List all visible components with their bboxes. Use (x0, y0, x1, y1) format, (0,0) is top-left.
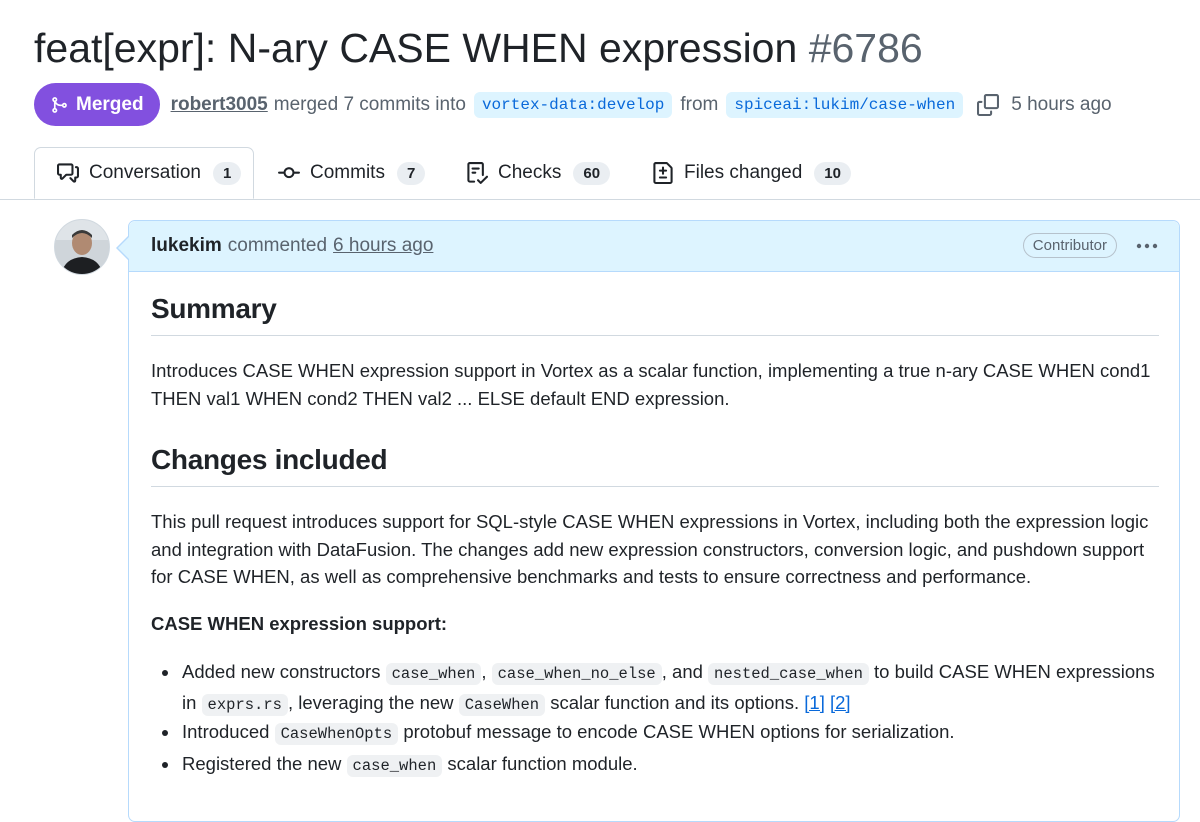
tab-checks-count: 60 (573, 161, 611, 185)
from-text: from (680, 93, 719, 115)
merge-action-text: merged 7 commits into (273, 93, 466, 115)
tab-checks-label: Checks (498, 162, 562, 183)
git-merge-icon (52, 96, 67, 113)
list-item: Registered the new case_when scalar func… (162, 750, 1162, 781)
comment-author[interactable]: lukekim (151, 235, 222, 257)
bullet-text: , and (661, 661, 709, 682)
tab-files-changed-label: Files changed (684, 162, 803, 183)
comment-discussion-icon (57, 163, 79, 183)
comment-action: commented (227, 235, 328, 256)
tab-files-changed-count: 10 (814, 161, 851, 185)
tab-conversation[interactable]: Conversation 1 (34, 147, 254, 199)
head-branch[interactable]: spiceai:lukim/case-when (726, 91, 964, 118)
bullet-text: Introduced (182, 721, 275, 742)
code-casewhenopts: CaseWhenOpts (274, 723, 399, 745)
bullet-text: scalar function module. (442, 753, 638, 774)
pr-meta: Merged robert3005 merged 7 commits into … (34, 83, 1112, 126)
merged-state-badge: Merged (34, 83, 160, 126)
comment-header: lukekim commented 6 hours ago Contributo… (129, 221, 1179, 272)
summary-heading: Summary (151, 293, 277, 324)
merger-link[interactable]: robert3005 (171, 94, 268, 116)
copy-icon[interactable] (977, 93, 1000, 116)
reference-link-2[interactable]: [2] (830, 692, 851, 713)
summary-text: Introduces CASE WHEN expression support … (151, 360, 1151, 409)
contributor-badge: Contributor (1022, 233, 1117, 258)
list-item: Added new constructors case_when, case_w… (162, 658, 1162, 719)
bullet-text: scalar function and its options. (545, 691, 805, 713)
code-nested-case-when: nested_case_when (708, 663, 869, 685)
checklist-icon (467, 162, 488, 184)
bullet-text: , (481, 661, 492, 682)
code-case-when-module: case_when (346, 755, 443, 777)
pr-number: #6786 (808, 25, 923, 71)
base-branch[interactable]: vortex-data:develop (473, 91, 673, 118)
comment-time[interactable]: 6 hours ago (333, 235, 433, 257)
merge-time: 5 hours ago (1011, 93, 1112, 115)
comment-pointer-fill (118, 237, 129, 259)
tab-conversation-count: 1 (212, 161, 242, 185)
changes-heading: Changes included (151, 444, 388, 475)
code-exprs-rs: exprs.rs (201, 693, 288, 716)
reference-link-1[interactable]: [1] (804, 692, 825, 713)
pr-title: feat[expr]: N-ary CASE WHEN expression #… (34, 22, 923, 74)
tab-commits-count: 7 (396, 161, 426, 185)
comment-box: lukekim commented 6 hours ago Contributo… (128, 220, 1180, 822)
bullet-text: , leveraging the new (287, 691, 459, 713)
file-diff-icon (653, 162, 673, 184)
bullet-text: protobuf message to encode CASE WHEN opt… (398, 721, 955, 742)
code-case-when: case_when (385, 663, 482, 685)
tab-commits[interactable]: Commits 7 (278, 147, 426, 199)
bullet-text: Added new constructors (182, 661, 386, 682)
tab-checks[interactable]: Checks 60 (466, 147, 611, 199)
git-commit-icon (278, 167, 300, 179)
code-case-when-no-else: case_when_no_else (491, 663, 662, 685)
bullet-text: Registered the new (182, 753, 347, 774)
changes-divider (151, 486, 1159, 487)
support-heading: CASE WHEN expression support: (151, 613, 448, 634)
tab-commits-label: Commits (310, 162, 385, 183)
pr-tabs: Conversation 1 Commits 7 Checks 60 Files… (0, 147, 1200, 200)
avatar[interactable] (54, 219, 110, 275)
list-item: Introduced CaseWhenOpts protobuf message… (162, 718, 1162, 749)
changes-text: This pull request introduces support for… (151, 511, 1149, 587)
kebab-horizontal-icon[interactable] (1135, 235, 1159, 263)
tab-files-changed[interactable]: Files changed 10 (652, 147, 851, 199)
tab-conversation-label: Conversation (89, 162, 201, 183)
summary-divider (151, 335, 1159, 336)
pr-title-text: feat[expr]: N-ary CASE WHEN expression (34, 25, 798, 71)
merged-state-label: Merged (76, 93, 144, 115)
code-casewhen: CaseWhen (458, 693, 546, 716)
